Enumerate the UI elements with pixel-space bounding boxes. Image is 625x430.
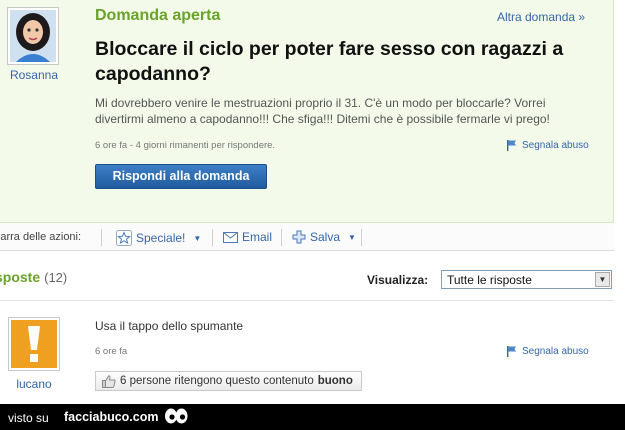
action-bar-divider [212, 229, 213, 246]
answers-filter-value: Tutte le risposte [447, 273, 532, 287]
answers-filter-select[interactable]: Tutte le risposte ▼ [441, 270, 612, 289]
report-abuse-link[interactable]: Segnala abuso [506, 139, 589, 151]
asker-avatar[interactable] [7, 7, 59, 65]
star-icon [116, 230, 132, 246]
exclamation-avatar-icon [11, 320, 57, 368]
special-label: Speciale! [136, 231, 186, 245]
answer-time: 6 ore fa [95, 346, 128, 357]
asker-name[interactable]: Rosanna [0, 68, 68, 82]
save-label: Salva [310, 230, 341, 244]
chevron-down-icon: ▼ [348, 232, 356, 242]
answers-heading: Risposte(12) [0, 269, 67, 285]
answer-report-abuse-label: Segnala abuso [522, 345, 589, 357]
answers-count: (12) [44, 270, 68, 285]
useful-rating: buono [317, 375, 353, 387]
flag-icon [507, 140, 516, 151]
seen-on-label: visto su [8, 411, 49, 425]
answer-text: Usa il tappo dello spumante [95, 319, 244, 333]
answer-question-button[interactable]: Rispondi alla domanda [95, 164, 267, 189]
question-title: Bloccare il ciclo per poter fare sesso c… [95, 38, 564, 85]
answers-title: Risposte [0, 269, 41, 285]
question-meta: 6 ore fa - 4 giorni rimanenti per rispon… [95, 140, 276, 151]
plus-icon [292, 230, 306, 244]
brand-name: facciabuco.com [64, 410, 159, 424]
useful-rating-button[interactable]: 6 persone ritengono questo contenuto buo… [95, 371, 362, 391]
watermark-footer: visto su facciabuco.com [0, 404, 625, 430]
action-bar-divider [101, 229, 102, 246]
special-button[interactable]: Speciale! ▼ [116, 230, 201, 246]
action-bar-divider [361, 229, 362, 246]
save-button[interactable]: Salva ▼ [292, 230, 356, 244]
answerer-avatar[interactable] [8, 317, 60, 371]
action-bar: Barra delle azioni: Speciale! ▼ Email Sa… [0, 224, 614, 251]
view-label: Visualizza: [367, 273, 429, 287]
question-body: Mi dovrebbero venire le mestruazioni pro… [95, 96, 550, 126]
envelope-icon [223, 231, 238, 243]
action-bar-divider [281, 229, 282, 246]
flag-icon [507, 346, 516, 357]
question-status: Domanda aperta [95, 7, 221, 24]
answers-divider [0, 300, 614, 301]
answer-report-abuse-link[interactable]: Segnala abuso [506, 345, 589, 357]
question-panel: Rosanna Domanda aperta Altra domanda » B… [0, 0, 614, 223]
useful-text: 6 persone ritengono questo contenuto [120, 375, 314, 387]
email-button[interactable]: Email [223, 230, 272, 244]
eyes-logo-icon [165, 408, 188, 424]
dropdown-arrow-icon[interactable]: ▼ [595, 272, 610, 287]
report-abuse-label: Segnala abuso [522, 139, 589, 151]
email-label: Email [242, 230, 273, 244]
chevron-down-icon: ▼ [193, 233, 202, 243]
other-question-link[interactable]: Altra domanda » [497, 10, 585, 24]
action-bar-label: Barra delle azioni: [0, 231, 82, 243]
thumbs-up-icon [102, 374, 116, 388]
user-avatar-icon [10, 10, 56, 62]
answerer-name[interactable]: lucano [0, 377, 68, 391]
